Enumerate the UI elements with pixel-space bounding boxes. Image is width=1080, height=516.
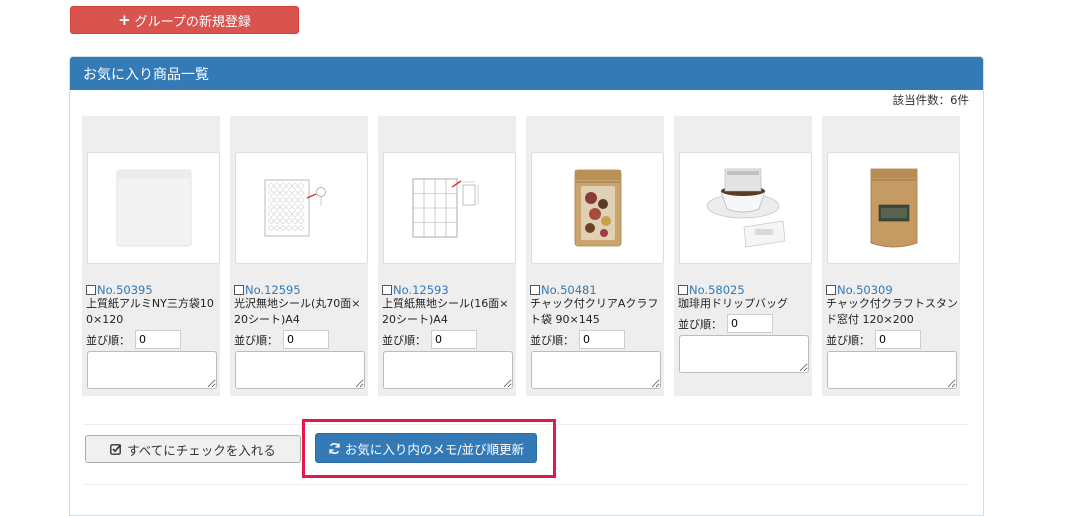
result-count: 該当件数：6件 — [892, 93, 969, 107]
clear-kraft-bag-image — [574, 169, 621, 247]
item-name: 光沢無地シール(丸70面×20シート)A4 — [234, 297, 361, 326]
item-select-row: No.12593 — [382, 283, 449, 297]
item-name: 上質紙アルミNY三方袋100×120 — [86, 297, 214, 326]
item-checkbox[interactable] — [86, 285, 96, 295]
product-card: No.58025 珈琲用ドリップバッグ 並び順： — [674, 116, 812, 396]
item-checkbox[interactable] — [530, 285, 540, 295]
refresh-icon — [329, 442, 340, 454]
sort-label: 並び順： — [826, 333, 870, 347]
pouch-image — [116, 169, 191, 247]
product-card: No.50395 上質紙アルミNY三方袋100×120 並び順： — [82, 116, 220, 396]
item-number-link[interactable]: No.50309 — [837, 283, 893, 297]
divider — [84, 484, 969, 485]
item-checkbox[interactable] — [678, 285, 688, 295]
product-image[interactable] — [235, 152, 368, 264]
drip-bag-image — [706, 168, 785, 247]
item-name: 上質紙無地シール(16面×20シート)A4 — [382, 297, 509, 326]
sort-label: 並び順： — [234, 333, 278, 347]
check-all-label: すべてにチェックを入れる — [127, 442, 276, 458]
item-number-link[interactable]: No.12593 — [393, 283, 449, 297]
item-number-link[interactable]: No.50395 — [97, 283, 153, 297]
product-card: No.12595 光沢無地シール(丸70面×20シート)A4 並び順： — [230, 116, 368, 396]
item-name: チャック付クリアAクラフト袋 90×145 — [530, 297, 659, 326]
memo-textarea[interactable] — [87, 351, 217, 389]
memo-textarea[interactable] — [531, 351, 661, 389]
memo-textarea[interactable] — [235, 351, 365, 389]
memo-textarea[interactable] — [383, 351, 513, 389]
item-checkbox[interactable] — [826, 285, 836, 295]
item-select-row: No.50481 — [530, 283, 597, 297]
sort-row: 並び順： — [530, 330, 625, 349]
sort-label: 並び順： — [530, 333, 574, 347]
update-memo-sort-button[interactable]: お気に入り内のメモ/並び順更新 — [315, 433, 537, 463]
sort-row: 並び順： — [382, 330, 477, 349]
product-image[interactable] — [679, 152, 812, 264]
product-image[interactable] — [827, 152, 960, 264]
sort-order-input[interactable] — [579, 330, 625, 349]
product-card: No.50309 チャック付クラフトスタンド窓付 120×200 並び順： — [822, 116, 960, 396]
sort-order-input[interactable] — [135, 330, 181, 349]
product-image[interactable] — [87, 152, 220, 264]
sort-order-input[interactable] — [283, 330, 329, 349]
new-group-label: グループの新規登録 — [134, 14, 251, 30]
new-group-button[interactable]: + グループの新規登録 — [70, 6, 299, 34]
plus-icon: + — [118, 10, 131, 29]
item-checkbox[interactable] — [382, 285, 392, 295]
item-number-link[interactable]: No.12595 — [245, 283, 301, 297]
update-label: お気に入り内のメモ/並び順更新 — [344, 441, 525, 457]
sort-row: 並び順： — [86, 330, 181, 349]
memo-textarea[interactable] — [827, 351, 957, 389]
memo-textarea[interactable] — [679, 335, 809, 373]
check-all-button[interactable]: すべてにチェックを入れる — [85, 435, 301, 463]
product-card: No.50481 チャック付クリアAクラフト袋 90×145 並び順： — [526, 116, 664, 396]
item-number-link[interactable]: No.50481 — [541, 283, 597, 297]
round-sticker-sheet-image — [264, 179, 326, 237]
check-square-icon — [110, 444, 122, 455]
product-list: No.50395 上質紙アルミNY三方袋100×120 並び順： 0 No.12… — [82, 116, 960, 396]
kraft-stand-pouch-image — [870, 168, 917, 248]
item-checkbox[interactable] — [234, 285, 244, 295]
sort-label: 並び順： — [678, 317, 722, 331]
sort-order-input[interactable] — [727, 314, 773, 333]
item-number-link[interactable]: No.58025 — [689, 283, 745, 297]
favorites-panel: お気に入り商品一覧 該当件数：6件 No.50395 上質紙アルミNY三方袋10… — [69, 56, 984, 516]
sort-order-input[interactable] — [875, 330, 921, 349]
sort-order-input[interactable] — [431, 330, 477, 349]
item-name: チャック付クラフトスタンド窓付 120×200 — [826, 297, 958, 326]
product-card: No.12593 上質紙無地シール(16面×20シート)A4 並び順： — [378, 116, 516, 396]
item-select-row: No.50395 — [86, 283, 153, 297]
panel-title: お気に入り商品一覧 — [70, 57, 983, 90]
grid-sticker-sheet-image — [412, 178, 478, 238]
product-image[interactable] — [383, 152, 516, 264]
product-image[interactable] — [531, 152, 664, 264]
sort-row: 並び順： — [826, 330, 921, 349]
item-select-row: No.12595 — [234, 283, 301, 297]
item-name: 珈琲用ドリップバッグ — [678, 297, 788, 310]
sort-label: 並び順： — [86, 333, 130, 347]
sort-row: 並び順： — [234, 330, 329, 349]
item-select-row: No.50309 — [826, 283, 893, 297]
sort-label: 並び順： — [382, 333, 426, 347]
item-select-row: No.58025 — [678, 283, 745, 297]
sort-row: 並び順： — [678, 314, 773, 333]
